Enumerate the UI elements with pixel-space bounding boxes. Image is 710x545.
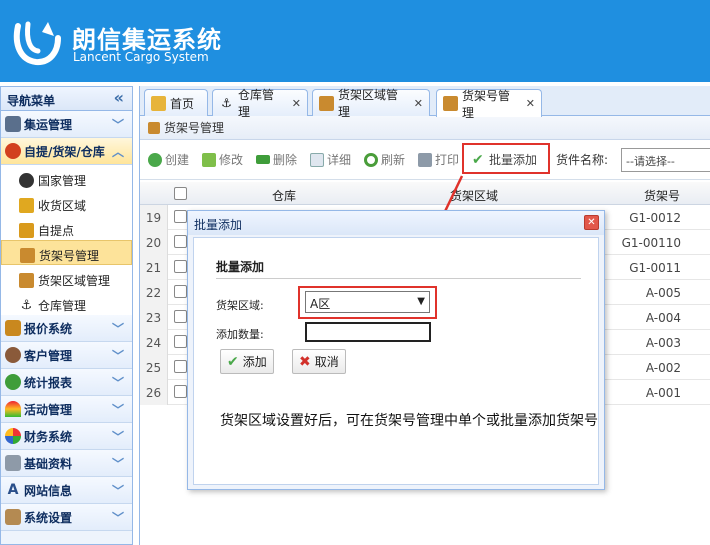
quantity-label: 添加数量: xyxy=(216,328,264,341)
dialog-note: 货架区域设置好后，可在货架号管理中单个或批量添加货架号 xyxy=(220,413,598,429)
shelf-area-select[interactable]: A区 ▼ xyxy=(305,291,430,313)
dialog-title-bar: 批量添加 ✕ xyxy=(188,211,604,235)
close-icon[interactable]: ✕ xyxy=(584,215,599,230)
cancel-button[interactable]: ✖ 取消 xyxy=(292,349,346,374)
form-title: 批量添加 xyxy=(216,260,265,274)
add-button-label: 添加 xyxy=(242,355,267,369)
form-divider xyxy=(216,278,581,279)
dialog-body: 批量添加 货架区域: A区 ▼ 添加数量: ✔ 添加 ✖ 取消 货架区域设置好后… xyxy=(193,237,599,485)
cross-icon: ✖ xyxy=(299,353,311,370)
quantity-input[interactable] xyxy=(305,322,431,342)
cancel-button-label: 取消 xyxy=(314,355,339,369)
shelf-area-value: A区 xyxy=(310,297,331,311)
add-button[interactable]: ✔ 添加 xyxy=(220,349,274,374)
shelf-area-label: 货架区域: xyxy=(216,299,264,312)
batch-add-dialog: 批量添加 ✕ 批量添加 货架区域: A区 ▼ 添加数量: ✔ 添加 ✖ 取消 货… xyxy=(187,210,605,490)
chevron-down-icon: ▼ xyxy=(417,296,425,307)
dialog-title: 批量添加 xyxy=(194,218,243,232)
check-icon: ✔ xyxy=(227,353,239,370)
